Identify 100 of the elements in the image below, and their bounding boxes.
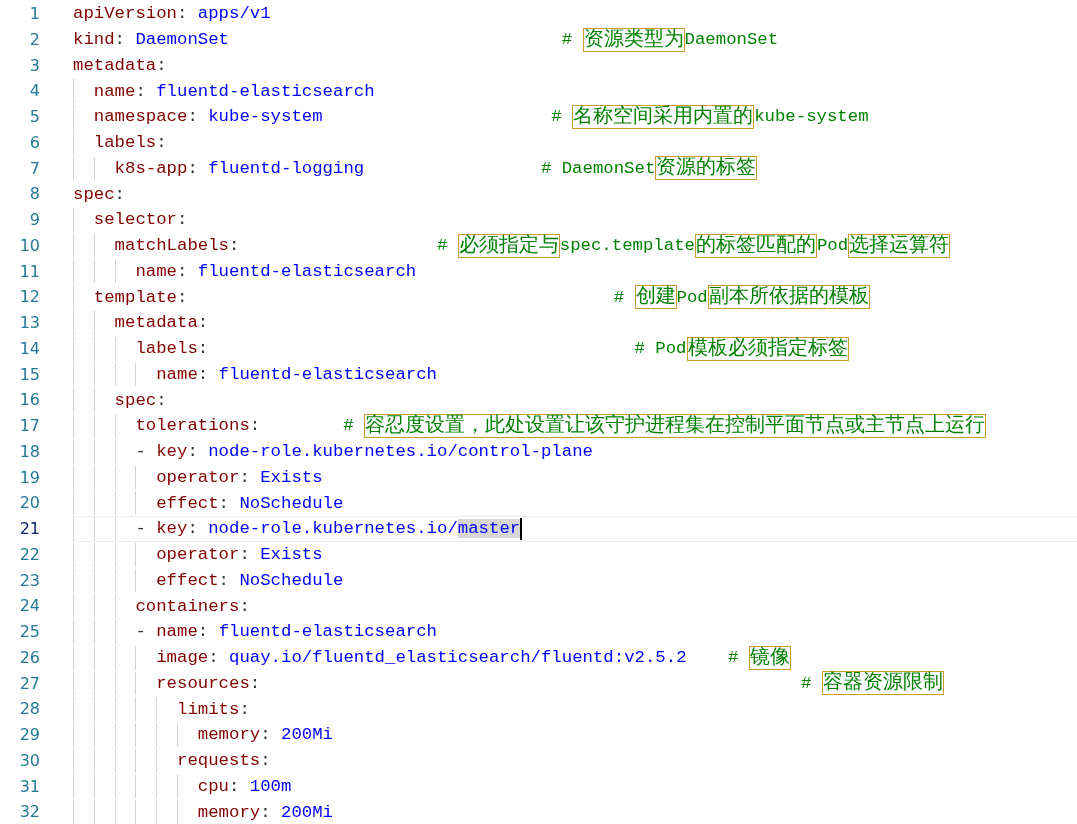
- yaml-value: 100m: [249, 776, 292, 796]
- line-number: 6: [28, 131, 40, 154]
- yaml-key: metadata: [73, 55, 157, 75]
- comment-text: #: [728, 648, 740, 668]
- line-number: 9: [28, 209, 40, 231]
- code-punctuation: -: [135, 622, 147, 642]
- line-number: 25: [18, 621, 40, 643]
- line-number: 4: [28, 80, 40, 103]
- line-number: 11: [18, 260, 40, 283]
- yaml-value: kube-system: [208, 107, 323, 127]
- line-number: 17: [18, 415, 40, 437]
- line-number: 29: [18, 724, 40, 746]
- comment-text: #: [613, 287, 626, 307]
- yaml-value: DaemonSet: [135, 30, 229, 50]
- code-punctuation: :: [260, 802, 272, 822]
- comment-text: # Pod: [634, 339, 687, 359]
- yaml-key: operator: [156, 545, 240, 565]
- highlighted-text: 选择运算符: [848, 233, 951, 258]
- yaml-key: resources: [156, 673, 250, 693]
- code-punctuation: :: [156, 55, 167, 75]
- yaml-key: labels: [93, 133, 157, 153]
- code-punctuation: :: [156, 133, 167, 153]
- comment-text: # DaemonSet: [540, 158, 656, 178]
- yaml-key: memory: [197, 725, 261, 745]
- yaml-key: name: [156, 622, 198, 642]
- yaml-key: requests: [177, 751, 261, 771]
- line-number: 30: [18, 749, 40, 772]
- line-number: 20: [18, 492, 40, 515]
- code-punctuation: :: [114, 184, 125, 204]
- line-number: 26: [18, 646, 40, 669]
- code-punctuation: :: [239, 699, 250, 719]
- yaml-key: image: [156, 648, 209, 668]
- yaml-key: operator: [156, 467, 240, 487]
- yaml-key: spec: [73, 184, 115, 204]
- code-punctuation: :: [197, 339, 209, 359]
- yaml-key: key: [156, 442, 188, 462]
- highlighted-text: 模板必须指定标签: [686, 336, 849, 361]
- code-punctuation: :: [249, 673, 261, 693]
- code-punctuation: :: [197, 313, 209, 333]
- yaml-value: fluentd-logging: [208, 158, 365, 178]
- code-punctuation: :: [260, 751, 271, 771]
- code-punctuation: :: [187, 442, 199, 462]
- code-punctuation: :: [177, 210, 188, 230]
- line-number: 14: [18, 337, 40, 360]
- line-number: 13: [18, 312, 40, 334]
- yaml-value: NoSchedule: [239, 570, 344, 590]
- comment-text: #: [436, 236, 449, 256]
- yaml-value: 200Mi: [281, 802, 333, 822]
- line-number: 8: [28, 183, 40, 206]
- line-number: 32: [18, 801, 40, 824]
- highlighted-text: 资源类型为: [582, 27, 685, 52]
- line-number: 18: [18, 440, 40, 463]
- code-punctuation: :: [260, 725, 272, 745]
- comment-text: #: [800, 673, 813, 693]
- yaml-value: apps/v1: [197, 4, 271, 24]
- highlighted-text: 容忍度设置，此处设置让该守护进程集在控制平面节点或主节点上运行: [364, 413, 987, 438]
- code-punctuation: :: [187, 158, 199, 178]
- code-punctuation: :: [239, 596, 250, 616]
- line-number: 3: [28, 54, 40, 77]
- yaml-value: master: [457, 519, 521, 539]
- line-number: 7: [28, 157, 40, 180]
- code-punctuation: :: [239, 467, 251, 487]
- code-punctuation: :: [218, 493, 230, 513]
- comment-text: DaemonSet: [684, 30, 779, 50]
- code-punctuation: :: [249, 416, 261, 436]
- yaml-key: limits: [177, 699, 240, 719]
- yaml-key: effect: [156, 570, 219, 590]
- yaml-value: Exists: [260, 545, 323, 565]
- comment-text: kube-system: [754, 107, 869, 127]
- comment-text: #: [343, 416, 355, 436]
- yaml-value: node-role.kubernetes.io/control-plane: [208, 442, 593, 462]
- line-number: 27: [18, 672, 40, 695]
- yaml-key: effect: [156, 493, 219, 513]
- yaml-key: cpu: [197, 776, 229, 796]
- text-cursor: [520, 517, 523, 540]
- line-number: 24: [18, 595, 40, 618]
- code-punctuation: :: [229, 236, 240, 256]
- yaml-key: memory: [197, 802, 261, 822]
- code-punctuation: :: [208, 648, 220, 668]
- yaml-value: node-role.kubernetes.io/: [208, 519, 458, 539]
- line-number: 19: [18, 466, 40, 489]
- yaml-key: namespace: [93, 107, 188, 127]
- line-number: 1: [28, 3, 40, 25]
- line-number: 21: [18, 518, 40, 540]
- yaml-value: fluentd-elasticsearch: [218, 622, 437, 642]
- code-punctuation: :: [187, 519, 199, 539]
- code-punctuation: :: [239, 545, 251, 565]
- line-number: 23: [18, 569, 40, 592]
- code-punctuation: :: [187, 107, 199, 127]
- code-punctuation: :: [177, 4, 189, 24]
- yaml-value: fluentd-elasticsearch: [218, 364, 437, 384]
- code-punctuation: :: [156, 390, 167, 410]
- yaml-key: tolerations: [135, 416, 250, 436]
- code-punctuation: :: [229, 776, 241, 796]
- comment-text: #: [561, 30, 574, 50]
- line-number: 28: [18, 698, 40, 721]
- yaml-key: name: [156, 364, 198, 384]
- code-punctuation: :: [135, 81, 147, 101]
- yaml-key: labels: [135, 339, 198, 359]
- yaml-value: quay.io/fluentd_elasticsearch/fluentd:v2.5.2: [229, 648, 687, 668]
